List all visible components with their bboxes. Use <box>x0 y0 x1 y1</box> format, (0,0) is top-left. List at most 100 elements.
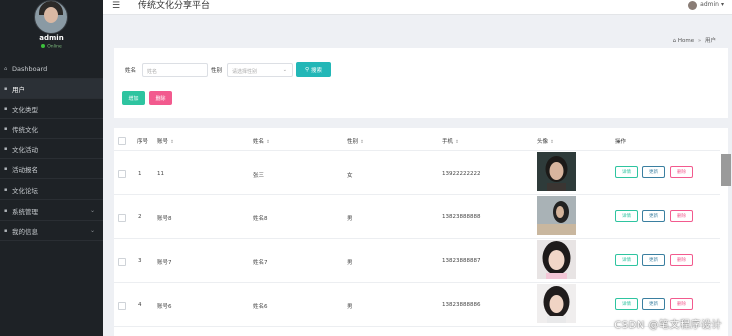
breadcrumb: ⌂ Home » 用户 <box>673 36 716 44</box>
row-phone: 13922222222 <box>442 171 481 177</box>
row-divider <box>114 194 720 195</box>
row-divider <box>114 238 720 239</box>
user-photo[interactable] <box>537 152 576 191</box>
row-phone: 13823888888 <box>442 214 481 220</box>
sort-icon: ⇕ <box>170 140 174 145</box>
chevron-down-icon: ⌄ <box>89 207 95 214</box>
sidebar-item-culture-activity[interactable]: ▪ 文化活动 <box>0 139 103 159</box>
select-all-checkbox[interactable] <box>118 137 126 145</box>
list-icon: ▪ <box>4 165 8 172</box>
search-button[interactable]: ⚲ 搜索 <box>296 62 331 77</box>
delete-button[interactable]: 删除 <box>670 254 693 266</box>
user-photo[interactable] <box>537 196 576 235</box>
row-gender: 男 <box>347 216 353 222</box>
row-divider <box>114 282 720 283</box>
avatar-face-shape <box>44 7 58 23</box>
update-button[interactable]: 更新 <box>642 166 665 178</box>
update-button[interactable]: 更新 <box>642 298 665 310</box>
user-menu[interactable]: admin ▾ <box>688 0 724 10</box>
header-name[interactable]: 姓名 ⇕ <box>253 137 270 145</box>
row-phone: 13823888886 <box>442 302 481 308</box>
sort-icon: ⇕ <box>360 140 364 145</box>
grid-icon: ▪ <box>4 105 8 112</box>
sidebar-username: admin <box>39 34 64 42</box>
sidebar-item-culture-forum[interactable]: ▪ 文化论坛 <box>0 180 103 200</box>
caret-down-icon: ▾ <box>720 1 724 8</box>
detail-button[interactable]: 详情 <box>615 210 638 222</box>
sort-icon: ⇕ <box>266 140 270 145</box>
user-photo[interactable] <box>537 284 576 323</box>
row-checkbox[interactable] <box>118 258 126 266</box>
delete-button[interactable]: 删除 <box>670 210 693 222</box>
sidebar-item-system-management[interactable]: ▪ 系统管理 ⌄ <box>0 201 103 221</box>
row-name: 姓名8 <box>253 216 268 222</box>
search-icon: ⚲ <box>304 66 309 73</box>
row-checkbox[interactable] <box>118 170 126 178</box>
update-button[interactable]: 更新 <box>642 254 665 266</box>
header-avatar-label: 头像 <box>537 139 549 145</box>
menu-toggle-icon[interactable]: ☰ <box>112 2 120 11</box>
watermark: CSDN @笔文程序设计 <box>614 320 722 331</box>
row-checkbox[interactable] <box>118 214 126 222</box>
row-checkbox[interactable] <box>118 302 126 310</box>
sidebar-item-traditional-culture[interactable]: ▪ 传统文化 <box>0 119 103 139</box>
sidebar-item-my-info[interactable]: ▪ 我的信息 ⌄ <box>0 221 103 241</box>
row-index: 2 <box>138 214 142 220</box>
portrait-image <box>537 196 576 235</box>
chevron-down-icon: ⌄ <box>89 227 95 234</box>
user-photo[interactable] <box>537 240 576 279</box>
gender-label: 性别 <box>211 68 223 74</box>
online-status: Online <box>0 44 103 50</box>
page-scrollbar[interactable] <box>721 154 731 186</box>
header-gender[interactable]: 性别 ⇕ <box>347 137 364 145</box>
row-account: 账号8 <box>157 216 172 222</box>
top-bar: ☰ 传统文化分享平台 admin ▾ <box>103 0 732 15</box>
sidebar-item-label: 传统文化 <box>12 125 38 134</box>
avatar <box>688 0 698 10</box>
chevron-down-icon: ⌄ <box>282 67 287 73</box>
detail-button[interactable]: 详情 <box>615 298 638 310</box>
sidebar-item-label: 文化活动 <box>12 145 38 154</box>
name-label: 姓名 <box>125 68 137 74</box>
bulk-delete-button[interactable]: 删除 <box>149 91 172 105</box>
header-actions: 操作 <box>615 139 627 145</box>
header-account[interactable]: 账号 ⇕ <box>157 137 174 145</box>
row-phone: 13823888887 <box>442 258 481 264</box>
search-panel <box>114 48 728 118</box>
app-title: 传统文化分享平台 <box>138 1 211 11</box>
gender-select[interactable]: 请选择性别 ⌄ <box>227 63 293 77</box>
breadcrumb-home-link[interactable]: Home <box>678 38 694 44</box>
sidebar-item-culture-type[interactable]: ▪ 文化类型 <box>0 99 103 119</box>
portrait-image <box>537 284 576 323</box>
sidebar-avatar[interactable] <box>34 0 68 34</box>
add-button[interactable]: 增加 <box>122 91 145 105</box>
header-avatar[interactable]: 头像 ⇕ <box>537 137 554 145</box>
row-account: 11 <box>157 171 164 177</box>
delete-button[interactable]: 删除 <box>670 298 693 310</box>
sidebar-item-dashboard[interactable]: ⌂ Dashboard <box>0 59 103 79</box>
grid-icon: ▪ <box>4 207 8 214</box>
delete-button[interactable]: 删除 <box>670 166 693 178</box>
online-dot-icon <box>41 44 46 48</box>
row-name: 张三 <box>253 173 265 179</box>
portrait-image <box>537 240 576 279</box>
detail-button[interactable]: 详情 <box>615 254 638 266</box>
header-account-label: 账号 <box>157 139 169 145</box>
header-phone[interactable]: 手机 ⇕ <box>442 137 459 145</box>
header-index-label: 序号 <box>137 139 149 145</box>
sidebar-item-users[interactable]: ▪ 用户 <box>0 79 103 99</box>
breadcrumb-current: 用户 <box>704 38 716 44</box>
breadcrumb-separator: » <box>697 38 702 44</box>
header-phone-label: 手机 <box>442 139 454 145</box>
sidebar-item-label: 系统管理 <box>12 207 38 216</box>
update-button[interactable]: 更新 <box>642 210 665 222</box>
name-search-input[interactable]: 姓名 <box>142 63 208 77</box>
sidebar-item-label: 文化论坛 <box>12 186 38 195</box>
home-icon: ⌂ <box>4 65 8 72</box>
grid-icon: ▪ <box>4 227 8 234</box>
sidebar-item-label: 活动报名 <box>12 165 38 174</box>
sidebar-item-label: 用户 <box>12 85 25 94</box>
sidebar-item-activity-signup[interactable]: ▪ 活动报名 <box>0 159 103 179</box>
row-account: 账号7 <box>157 260 172 266</box>
detail-button[interactable]: 详情 <box>615 166 638 178</box>
